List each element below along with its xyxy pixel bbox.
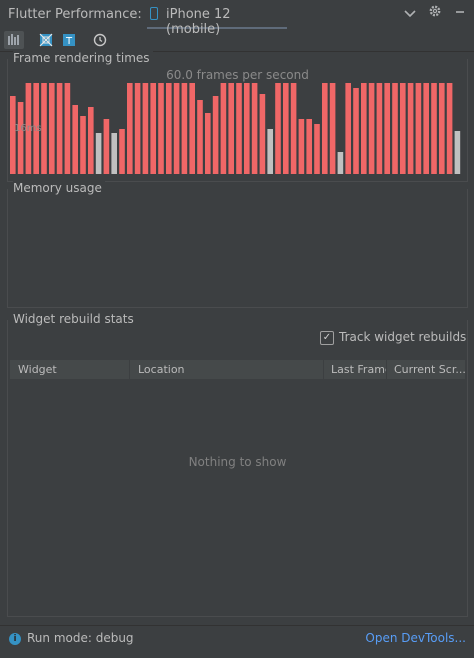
frame-bar[interactable] bbox=[111, 133, 117, 174]
frame-bar[interactable] bbox=[361, 83, 367, 174]
frame-bar[interactable] bbox=[134, 83, 141, 174]
minimize-icon[interactable] bbox=[450, 4, 470, 24]
text-baselines-icon[interactable]: T bbox=[59, 31, 79, 49]
frame-bar[interactable] bbox=[88, 107, 94, 174]
frame-bar[interactable] bbox=[345, 83, 351, 174]
frame-bar[interactable] bbox=[407, 83, 414, 174]
frame-bar[interactable] bbox=[454, 131, 461, 174]
widget-rebuild-title: Widget rebuild stats bbox=[13, 312, 137, 326]
column-current-screen[interactable]: Current Scr... bbox=[387, 360, 465, 379]
frame-bar[interactable] bbox=[236, 83, 242, 174]
clock-icon[interactable] bbox=[90, 31, 110, 49]
frame-bar[interactable] bbox=[166, 83, 172, 174]
frame-bar[interactable] bbox=[322, 83, 328, 174]
frame-bar[interactable] bbox=[49, 83, 55, 174]
frame-bar[interactable] bbox=[298, 119, 305, 174]
frame-bar[interactable] bbox=[228, 83, 234, 174]
frame-bar[interactable] bbox=[10, 96, 16, 174]
memory-usage-panel: Memory usage bbox=[7, 181, 468, 308]
frame-bar[interactable] bbox=[275, 83, 281, 174]
checkmark-icon[interactable]: ✓ bbox=[320, 331, 334, 345]
frame-bar[interactable] bbox=[150, 83, 156, 174]
empty-state: Nothing to show bbox=[188, 455, 287, 469]
widget-rebuild-panel: Widget rebuild stats ✓ Track widget rebu… bbox=[7, 312, 468, 617]
frame-bar[interactable] bbox=[56, 83, 63, 174]
frame-bar[interactable] bbox=[314, 124, 320, 174]
fps-label: 60.0 frames per second bbox=[166, 68, 309, 82]
budget-label: 16ms bbox=[14, 123, 42, 134]
column-last-frame[interactable]: Last Frame bbox=[324, 360, 387, 379]
frame-bar[interactable] bbox=[306, 119, 312, 174]
frame-bar[interactable] bbox=[64, 83, 71, 174]
frame-bar[interactable] bbox=[431, 83, 437, 174]
frame-bar[interactable] bbox=[220, 83, 227, 174]
frame-bar[interactable] bbox=[158, 83, 164, 174]
frame-bar[interactable] bbox=[446, 83, 453, 174]
frame-bar[interactable] bbox=[72, 105, 78, 174]
phone-icon bbox=[150, 7, 158, 20]
frame-bar[interactable] bbox=[290, 83, 297, 174]
frame-bar[interactable] bbox=[376, 83, 383, 174]
frame-rendering-title: Frame rendering times bbox=[13, 51, 153, 65]
run-mode: Run mode: debug bbox=[27, 631, 134, 645]
frame-bar[interactable] bbox=[127, 83, 133, 174]
frame-bar[interactable] bbox=[392, 83, 398, 174]
toolbar: T bbox=[0, 29, 474, 52]
column-location[interactable]: Location bbox=[130, 360, 324, 379]
frame-bar[interactable] bbox=[95, 133, 102, 174]
frame-bar[interactable] bbox=[400, 83, 406, 174]
frame-bar[interactable] bbox=[368, 83, 375, 174]
track-widget-rebuilds-label: Track widget rebuilds bbox=[339, 330, 467, 344]
frame-bar[interactable] bbox=[103, 119, 110, 174]
frame-bar[interactable] bbox=[181, 83, 188, 174]
debug-paint-icon[interactable] bbox=[36, 31, 56, 49]
track-widget-rebuilds-checkbox[interactable]: ✓ Track widget rebuilds bbox=[320, 330, 467, 347]
frame-bar[interactable] bbox=[423, 83, 429, 174]
frame-bar[interactable] bbox=[415, 83, 422, 174]
chevron-down-icon[interactable] bbox=[400, 4, 420, 24]
table-header: Widget Location Last Frame Current Scr..… bbox=[10, 360, 465, 379]
frame-bar[interactable] bbox=[197, 100, 203, 174]
frame-bar[interactable] bbox=[212, 96, 219, 174]
frame-bar[interactable] bbox=[119, 129, 125, 174]
column-widget[interactable]: Widget bbox=[10, 360, 130, 379]
frame-bar[interactable] bbox=[251, 83, 258, 174]
status-bar: i Run mode: debug Open DevTools... bbox=[0, 625, 474, 658]
open-devtools-link[interactable]: Open DevTools... bbox=[365, 631, 466, 645]
svg-text:T: T bbox=[65, 36, 73, 47]
frame-bar[interactable] bbox=[189, 83, 195, 174]
frame-bar[interactable] bbox=[329, 83, 336, 174]
frame-bar[interactable] bbox=[283, 83, 289, 174]
memory-usage-title: Memory usage bbox=[13, 181, 105, 195]
gear-icon[interactable] bbox=[425, 4, 445, 24]
performance-overlay-icon[interactable] bbox=[4, 31, 24, 49]
frame-bar[interactable] bbox=[384, 83, 390, 174]
panel-title: Flutter Performance: bbox=[8, 7, 142, 22]
info-icon: i bbox=[9, 633, 21, 645]
frame-bar[interactable] bbox=[205, 113, 211, 174]
frame-bar[interactable] bbox=[17, 102, 24, 174]
frame-bar[interactable] bbox=[173, 83, 180, 174]
frame-bar[interactable] bbox=[439, 83, 445, 174]
frame-bar[interactable] bbox=[353, 88, 359, 174]
title-bar: Flutter Performance: iPhone 12 (mobile) bbox=[0, 0, 474, 37]
frame-bar[interactable] bbox=[244, 83, 250, 174]
frame-bar[interactable] bbox=[337, 152, 344, 174]
frame-bar[interactable] bbox=[41, 83, 47, 174]
frame-bar[interactable] bbox=[267, 129, 273, 174]
frame-rendering-panel: Frame rendering times 60.0 frames per se… bbox=[7, 51, 468, 182]
frame-bar[interactable] bbox=[259, 94, 266, 174]
frame-bar[interactable] bbox=[142, 83, 149, 174]
device-selector[interactable]: iPhone 12 (mobile) bbox=[147, 0, 287, 37]
frame-bar[interactable] bbox=[80, 116, 86, 174]
